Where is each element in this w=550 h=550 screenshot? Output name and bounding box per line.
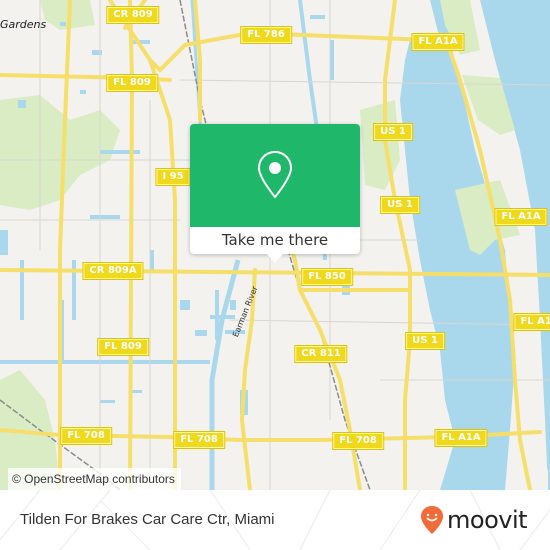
road-shield-fl-708: FL 708 (61, 428, 111, 444)
map-attribution[interactable]: © OpenStreetMap contributors (8, 468, 181, 490)
popup-header[interactable] (190, 124, 360, 227)
road-shield-fl-850: FL 850 (302, 269, 352, 285)
road-shield-fl-a1a: FL A1A (495, 209, 547, 225)
map-view[interactable]: Gardens Earman River CR 809 FL 786 FL A1… (0, 0, 550, 490)
road-shield-fl-708: FL 708 (174, 432, 224, 448)
road-shield-i-95: I 95 (156, 169, 190, 185)
road-shield-fl-809: FL 809 (107, 75, 157, 91)
road-shield-fl-a1a: FL A1A (412, 34, 464, 50)
road-shield-fl-a1a: FL A1A (514, 314, 550, 330)
location-popup[interactable]: Take me there (190, 124, 360, 263)
place-title: Tilden For Brakes Car Care Ctr, Miami (20, 511, 275, 528)
road-shield-fl-786: FL 786 (241, 27, 291, 43)
road-shield-us-1: US 1 (406, 333, 444, 349)
road-shield-us-1: US 1 (374, 124, 412, 140)
moovit-wordmark: moovit (447, 506, 528, 534)
road-shield-us-1: US 1 (381, 197, 419, 213)
road-shield-cr-809a: CR 809A (83, 263, 143, 279)
take-me-there-button[interactable]: Take me there (190, 227, 360, 254)
moovit-smile-pin-icon (421, 506, 443, 534)
moovit-logo[interactable]: moovit (420, 504, 528, 536)
road-shield-fl-809: FL 809 (98, 339, 148, 355)
road-shield-fl-a1a: FL A1A (435, 430, 487, 446)
road-shield-cr-811: CR 811 (295, 346, 347, 362)
map-pin-icon (257, 150, 293, 199)
road-shield-cr-809: CR 809 (107, 7, 159, 23)
footer-bar: Tilden For Brakes Car Care Ctr, Miami mo… (0, 490, 550, 550)
place-label-gardens: Gardens (0, 18, 47, 31)
road-shield-fl-708: FL 708 (333, 433, 383, 449)
park-east (360, 100, 400, 190)
popup-pointer (267, 254, 283, 263)
